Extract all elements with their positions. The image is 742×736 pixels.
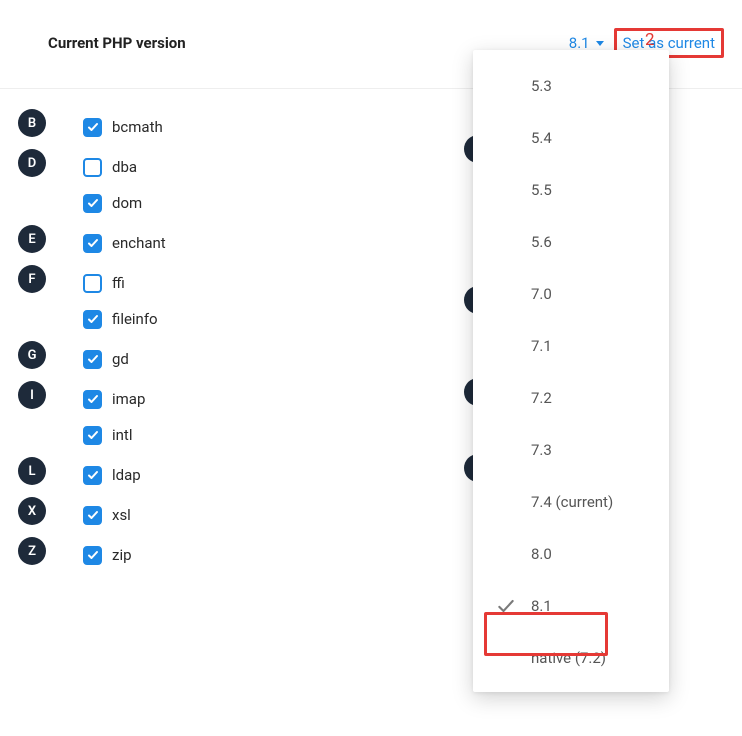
letter-column: F [18,265,83,293]
extension-checkbox[interactable] [83,194,102,213]
chevron-down-icon [596,41,604,46]
version-option-label: 8.0 [531,545,653,563]
extension-label: fileinfo [112,310,158,328]
extension-item: dom [83,185,142,221]
extension-checkbox[interactable] [83,506,102,525]
extension-item: ffi [83,265,158,301]
annotation-2: 2 [645,30,655,50]
extension-sublist: dba dom [83,149,142,221]
version-option[interactable]: 7.4 (current) [473,476,669,528]
extension-checkbox[interactable] [83,274,102,293]
page-title: Current PHP version [48,34,186,52]
extension-sublist: enchant [83,225,166,261]
version-option[interactable]: 5.6 [473,216,669,268]
extension-checkbox[interactable] [83,426,102,445]
letter-column: G [18,341,83,369]
version-option[interactable]: 8.1 [473,580,669,632]
letter-badge: I [18,381,46,409]
extension-sublist: xsl [83,497,131,533]
letter-column: E [18,225,83,253]
extension-checkbox[interactable] [83,118,102,137]
extension-label: xsl [112,506,131,524]
extension-sublist: zip [83,537,132,573]
version-option-label: 5.4 [531,129,653,147]
version-option-label: 7.3 [531,441,653,459]
extension-sublist: ffi fileinfo [83,265,158,337]
letter-column: I [18,381,83,409]
letter-column: B [18,109,83,137]
version-option[interactable]: 5.3 [473,60,669,112]
extension-label: ldap [112,466,141,484]
version-option-label: 7.1 [531,337,653,355]
version-option[interactable]: native (7.2) [473,632,669,684]
version-option-label: 7.4 (current) [531,493,653,511]
letter-badge: D [18,149,46,177]
extension-label: dba [112,158,137,176]
extension-label: enchant [112,234,166,252]
extension-item: fileinfo [83,301,158,337]
letter-column: L [18,457,83,485]
version-option-label: 5.6 [531,233,653,251]
extension-sublist: gd [83,341,129,377]
letter-badge: Z [18,537,46,565]
letter-badge: B [18,109,46,137]
check-icon [495,596,517,616]
extension-item: zip [83,537,132,573]
version-option[interactable]: 7.1 [473,320,669,372]
version-option[interactable]: 7.2 [473,372,669,424]
letter-badge: L [18,457,46,485]
extension-checkbox[interactable] [83,390,102,409]
extension-label: gd [112,350,129,368]
letter-badge: E [18,225,46,253]
version-option-label: 7.2 [531,389,653,407]
extension-label: imap [112,390,145,408]
version-option-label: 5.5 [531,181,653,199]
letter-column: Z [18,537,83,565]
version-option-label: native (7.2) [531,649,653,667]
extension-item: gd [83,341,129,377]
version-option-label: 8.1 [531,597,653,615]
extension-item: enchant [83,225,166,261]
version-dropdown-menu: 5.3 5.4 5.5 5.6 7.0 7.1 7.2 7.3 7.4 (current) 8.0… [473,50,669,692]
extension-checkbox[interactable] [83,350,102,369]
extension-label: zip [112,546,132,564]
letter-badge: F [18,265,46,293]
extension-label: bcmath [112,118,163,136]
extension-item: ldap [83,457,141,493]
extension-checkbox[interactable] [83,234,102,253]
version-option-label: 7.0 [531,285,653,303]
version-option[interactable]: 8.0 [473,528,669,580]
extension-label: intl [112,426,133,444]
extension-label: dom [112,194,142,212]
version-option-label: 5.3 [531,77,653,95]
extension-checkbox[interactable] [83,158,102,177]
version-option[interactable]: 5.5 [473,164,669,216]
extension-item: dba [83,149,142,185]
extension-sublist: imap intl [83,381,145,453]
letter-badge: X [18,497,46,525]
extension-checkbox[interactable] [83,466,102,485]
extension-checkbox[interactable] [83,546,102,565]
extension-item: intl [83,417,145,453]
letter-badge: G [18,341,46,369]
extension-item: xsl [83,497,131,533]
letter-column: X [18,497,83,525]
extension-item: bcmath [83,109,163,145]
letter-column: D [18,149,83,177]
extension-label: ffi [112,274,125,292]
version-option[interactable]: 7.0 [473,268,669,320]
extension-sublist: bcmath [83,109,163,145]
extension-item: imap [83,381,145,417]
version-option[interactable]: 5.4 [473,112,669,164]
extension-checkbox[interactable] [83,310,102,329]
version-option[interactable]: 7.3 [473,424,669,476]
extension-sublist: ldap [83,457,141,493]
